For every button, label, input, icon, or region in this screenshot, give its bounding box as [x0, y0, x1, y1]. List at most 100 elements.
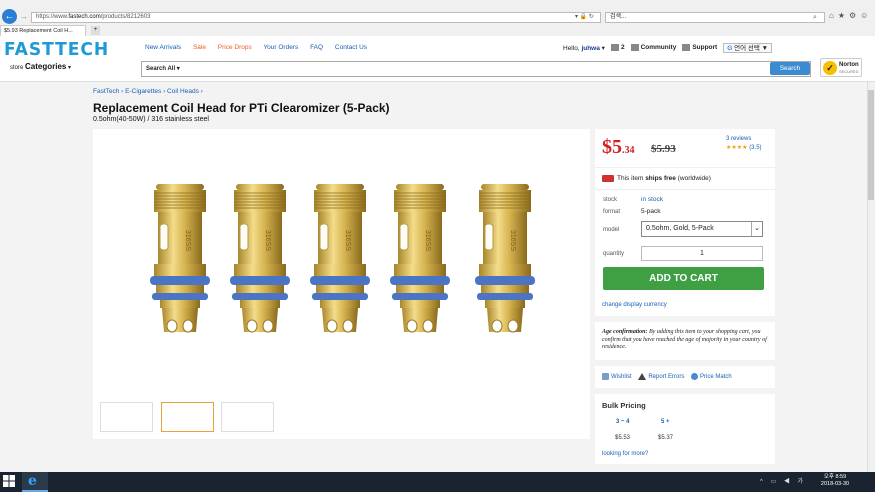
browser-search-input[interactable]: 검색... — [605, 12, 825, 23]
nav-your-orders[interactable]: Your Orders — [263, 44, 298, 51]
ship-bold: ships free — [645, 175, 676, 183]
star-icons: ★★★★ — [726, 145, 748, 151]
add-to-cart-button[interactable]: ADD TO CART — [603, 267, 764, 290]
username: juhwa — [581, 45, 600, 52]
categories-label: Categories — [25, 62, 67, 71]
rating-value: (3.5) — [749, 145, 762, 151]
scrollbar-thumb[interactable] — [868, 90, 874, 200]
store-categories[interactable]: store Categories ▾ — [10, 62, 71, 71]
user-area: Hello, juhwa ▾ 2 Community Support G 언어 … — [563, 43, 773, 53]
community-link[interactable]: Community — [630, 44, 677, 52]
price-cents: .34 — [622, 145, 635, 156]
clock-time: 오후 8:59 — [823, 474, 847, 480]
search-button[interactable]: Search — [770, 62, 810, 75]
cart-icon — [610, 44, 619, 52]
model-select[interactable]: 0.5ohm, Gold, 5-Pack — [641, 221, 763, 237]
coil-head-2: 316SS — [230, 180, 290, 345]
language-label: 언어 선택 — [734, 45, 760, 52]
community-label: Community — [640, 44, 677, 52]
norton-sub-label: SECURED — [839, 69, 859, 74]
support-icon — [682, 44, 691, 52]
url-prefix: https://www. — [36, 14, 69, 20]
browser-tab[interactable]: $5.93 Replacement Coil H... — [0, 25, 86, 36]
bulk-tier-1: 3 ~ 4 — [616, 419, 630, 425]
support-label: Support — [692, 44, 718, 52]
back-button[interactable]: ← — [2, 9, 17, 24]
coil-head-5: 316SS — [475, 180, 535, 345]
nav-sale[interactable]: Sale — [193, 44, 206, 51]
report-errors-label: Report Errors — [648, 374, 685, 381]
price-match-link[interactable]: Price Match — [691, 373, 732, 380]
nav-contact-us[interactable]: Contact Us — [335, 44, 367, 51]
user-menu[interactable]: Hello, juhwa ▾ — [563, 44, 605, 52]
shipping-info: This item ships free (worldwide) — [602, 175, 711, 182]
nav-faq[interactable]: FAQ — [310, 44, 323, 51]
model-label: model — [603, 227, 620, 233]
coil-engraving: 316SS — [424, 230, 431, 251]
bulk-tier-2: 5 + — [661, 419, 670, 425]
format-label: format — [603, 209, 621, 215]
nav-price-drops[interactable]: Price Drops — [218, 44, 252, 51]
age-title: Age confirmation: — [602, 329, 648, 335]
coil-head-graphic: 316SS — [475, 184, 535, 333]
coil-engraving: 316SS — [509, 230, 516, 251]
coil-engraving: 316SS — [344, 230, 351, 251]
norton-badge[interactable]: ✓ Norton SECURED — [820, 58, 862, 77]
internet-explorer-icon: e — [28, 473, 37, 489]
language-select[interactable]: G 언어 선택 ▼ — [723, 43, 773, 53]
breadcrumb[interactable]: FastTech › E-Cigarettes › Coil Heads › — [93, 88, 203, 95]
internet-explorer-taskbar-button[interactable]: e — [22, 472, 48, 492]
product-subtitle: 0.5ohm(40-50W) / 316 stainless steel — [93, 116, 209, 123]
divider — [595, 189, 775, 190]
cart-link[interactable]: 2 — [610, 44, 625, 52]
coil-head-4: 316SS — [390, 180, 450, 345]
support-link[interactable]: Support — [682, 44, 718, 52]
bulk-price-2: $5.37 — [658, 435, 674, 441]
links-row: Wishlist Report Errors Price Match — [602, 373, 732, 380]
format-value: 5-pack — [641, 208, 661, 215]
hello-text: Hello, — [563, 45, 580, 52]
browser-toolbar-icons[interactable]: ⌂★⚙☺ — [829, 11, 872, 20]
wishlist-label: Wishlist — [611, 374, 632, 381]
thumbnail-3[interactable] — [221, 402, 274, 432]
thumbnail-1[interactable] — [100, 402, 153, 432]
address-bar-icons[interactable]: ▾ 🔒 ↻ — [575, 12, 601, 23]
bulk-pricing: Bulk Pricing 3 ~ 4 5 + $5.53 $5.37 looki… — [595, 394, 775, 464]
quantity-label: quantity — [603, 251, 625, 257]
url-path: /products/8212603 — [100, 14, 151, 20]
current-price: $5.34 — [602, 136, 635, 159]
warning-icon — [638, 373, 647, 380]
system-tray-icons[interactable]: ^ ▭ ◀ 가 — [760, 476, 806, 485]
stock-label: stock — [603, 197, 618, 203]
address-bar[interactable]: https://www.fastech.com/products/8212603 — [31, 12, 601, 23]
price-dollars: $5 — [602, 136, 622, 158]
site-search-input[interactable]: Search All ▾ — [141, 61, 811, 77]
forward-button[interactable]: → — [20, 12, 30, 22]
product-image[interactable]: 316SS 316SS 316SS 316SS 316SS — [150, 180, 540, 350]
change-currency-link[interactable]: change display currency — [602, 302, 667, 308]
taskbar-clock[interactable]: 오후 8:59 2018-03-30 — [815, 474, 855, 488]
report-errors-link[interactable]: Report Errors — [638, 373, 685, 381]
divider — [595, 167, 775, 168]
quantity-input[interactable]: 1 — [641, 246, 763, 261]
coil-head-graphic: 316SS — [390, 184, 450, 333]
price-card: $5.34 $5.93 3 reviews ★★★★ (3.5) This it… — [595, 129, 775, 316]
search-scope[interactable]: Search All — [146, 66, 175, 72]
bulk-more-link[interactable]: looking for more? — [602, 451, 648, 457]
wishlist-link[interactable]: Wishlist — [602, 373, 632, 381]
windows-start-icon[interactable] — [2, 474, 16, 488]
coil-head-1: 316SS — [150, 180, 210, 345]
store-label: store — [10, 65, 24, 71]
site-logo[interactable]: FASTTECH — [4, 39, 109, 60]
new-tab-button[interactable]: + — [91, 26, 100, 35]
nav-new-arrivals[interactable]: New Arrivals — [145, 44, 181, 51]
top-nav: New Arrivals Sale Price Drops Your Order… — [145, 44, 377, 51]
thumbnail-2[interactable] — [161, 402, 214, 432]
google-icon: G — [727, 45, 733, 52]
old-price: $5.93 — [651, 143, 676, 155]
reviews-link[interactable]: 3 reviews — [726, 136, 751, 142]
chevron-down-icon[interactable]: ⌄ — [751, 222, 762, 236]
norton-check-icon: ✓ — [823, 61, 837, 75]
ship-pre: This item — [617, 175, 644, 183]
search-icon[interactable]: ⌕ — [813, 12, 817, 23]
